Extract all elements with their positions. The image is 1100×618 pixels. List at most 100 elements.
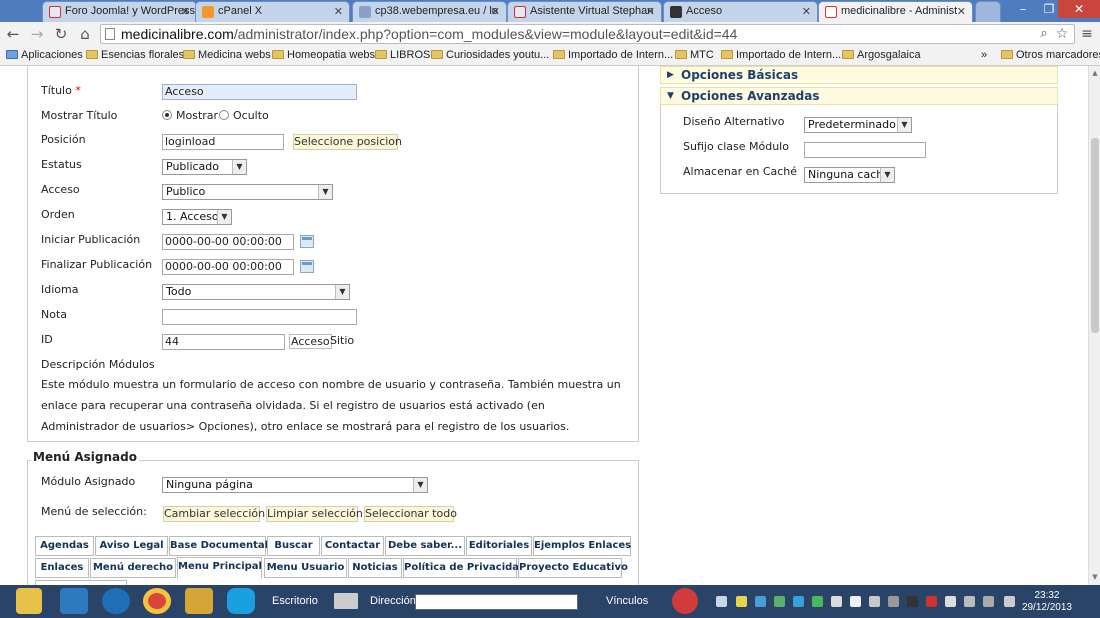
browser-tab-foro[interactable]: Foro Joomla! y WordPress ✕ <box>42 1 197 22</box>
tray-app-icon[interactable] <box>755 596 766 607</box>
seleccionar-todo-button[interactable]: Seleccionar todo <box>364 506 457 522</box>
orden-select[interactable]: 1. Acceso ▼ <box>162 209 232 225</box>
tray-app-icon[interactable] <box>945 596 956 607</box>
menu-tab-proyecto-educativo[interactable]: Proyecto Educativo <box>518 558 628 578</box>
app-icon[interactable] <box>102 588 130 614</box>
skype-icon[interactable] <box>227 588 255 614</box>
signal-icon[interactable] <box>983 596 994 607</box>
close-tab-icon[interactable]: ✕ <box>334 5 343 18</box>
menu-tab-menu-derecho[interactable]: Menú derecho <box>90 558 176 578</box>
close-tab-icon[interactable]: ✕ <box>491 5 500 18</box>
scroll-thumb[interactable] <box>1091 138 1099 333</box>
posicion-input[interactable]: loginload <box>162 134 284 150</box>
oculto-radio[interactable]: Oculto <box>219 109 269 122</box>
bookmark-folder[interactable]: Esencias florales <box>86 49 184 61</box>
back-arrow-icon[interactable]: ← <box>4 25 22 43</box>
browser-tab-medicinalibre[interactable]: medicinalibre - Administ ✕ <box>818 1 973 23</box>
direccion-input[interactable] <box>415 594 578 610</box>
new-tab-button[interactable] <box>975 1 1001 22</box>
bookmark-folder[interactable]: LIBROS <box>375 49 430 61</box>
menu-tab-aviso-legal[interactable]: Aviso Legal <box>95 536 168 556</box>
modulo-asignado-select[interactable]: Ninguna página ▼ <box>162 477 428 493</box>
opciones-avanzadas-toggle[interactable]: ▼ Opciones Avanzadas <box>660 87 1058 105</box>
bookmark-folder[interactable]: Importado de Intern... <box>721 49 841 61</box>
close-tab-icon[interactable]: ✕ <box>646 5 655 18</box>
menu-tab-debe-saber[interactable]: Debe saber... <box>385 536 465 556</box>
menu-tab-enlaces[interactable]: Enlaces <box>35 558 89 578</box>
file-explorer-icon[interactable] <box>16 588 42 614</box>
forward-arrow-icon[interactable]: → <box>28 25 46 43</box>
finalizar-publicacion-input[interactable]: 0000-00-00 00:00:00 <box>162 259 294 275</box>
sufijo-clase-input[interactable] <box>804 142 926 158</box>
menu-tab-politica-privacidad[interactable]: Política de Privacidad <box>403 558 526 578</box>
menu-tab-contactar[interactable]: Contactar <box>321 536 384 556</box>
acceso-select[interactable]: Publico ▼ <box>162 184 333 200</box>
tray-app-icon[interactable] <box>888 596 899 607</box>
bookmark-folder[interactable]: MTC <box>675 49 714 61</box>
limpiar-seleccion-button[interactable]: Limpiar selección <box>266 506 363 522</box>
menu-tab-menu-usuario[interactable]: Menu Usuario <box>264 558 347 578</box>
taskbar-clock[interactable]: 23:32 29/12/2013 <box>1022 590 1072 614</box>
close-window-icon[interactable]: ✕ <box>1058 0 1100 18</box>
bookmark-apps[interactable]: Aplicaciones <box>6 49 83 61</box>
bookmark-folder[interactable]: Importado de Intern... <box>553 49 673 61</box>
iniciar-publicacion-input[interactable]: 0000-00-00 00:00:00 <box>162 234 294 250</box>
tray-app-icon[interactable] <box>926 596 937 607</box>
bookmark-other[interactable]: Otros marcadores <box>1001 49 1100 61</box>
menu-tab-ejemplos-enlaces[interactable]: Ejemplos Enlaces <box>533 536 631 556</box>
idioma-select[interactable]: Todo ▼ <box>162 284 350 300</box>
tray-app-icon[interactable] <box>812 596 823 607</box>
reload-icon[interactable]: ↻ <box>52 25 70 43</box>
chrome-icon[interactable] <box>143 588 171 614</box>
shield-icon[interactable] <box>716 596 727 607</box>
page-scrollbar[interactable]: ▲ ▼ <box>1088 66 1100 585</box>
menu-tab-editoriales[interactable]: Editoriales <box>466 536 532 556</box>
search-icon[interactable]: ⌕ <box>1035 25 1053 43</box>
bookmark-folder[interactable]: Medicina webs <box>183 49 271 61</box>
browser-tab-asistente[interactable]: Asistente Virtual Stephan ✕ <box>507 1 662 22</box>
diseno-alternativo-select[interactable]: Predeterminado ▼ <box>804 117 912 133</box>
joomla-tray-icon[interactable] <box>672 588 698 614</box>
titulo-input[interactable]: Acceso <box>162 84 357 100</box>
browser-tab-phpmyadmin[interactable]: cp38.webempresa.eu / lo ✕ <box>352 1 507 22</box>
close-tab-icon[interactable]: ✕ <box>181 5 190 18</box>
address-input[interactable]: medicinalibre.com/administrator/index.ph… <box>100 24 1075 44</box>
vinculos-toolbar[interactable]: Vínculos <box>606 595 648 607</box>
seleccione-posicion-button[interactable]: Seleccione posicion <box>293 134 402 150</box>
folder-app-icon[interactable] <box>185 588 213 614</box>
close-tab-icon[interactable]: ✕ <box>802 5 811 18</box>
tray-app-icon[interactable] <box>907 596 918 607</box>
scroll-up-icon[interactable]: ▲ <box>1091 69 1099 77</box>
keyboard-icon[interactable] <box>334 593 358 609</box>
tray-app-icon[interactable] <box>831 596 842 607</box>
menu-icon[interactable]: ≡ <box>1078 25 1096 43</box>
opciones-basicas-toggle[interactable]: ▶ Opciones Básicas <box>660 66 1058 84</box>
tray-app-icon[interactable] <box>869 596 880 607</box>
browser-tab-cpanel[interactable]: cPanel X ✕ <box>195 1 350 22</box>
home-icon[interactable]: ⌂ <box>76 25 94 43</box>
network-icon[interactable] <box>964 596 975 607</box>
almacenar-cache-select[interactable]: Ninguna caché ▼ <box>804 167 895 183</box>
more-bookmarks-chevron[interactable]: » <box>981 49 987 61</box>
bookmark-star-icon[interactable]: ☆ <box>1053 25 1071 43</box>
estatus-select[interactable]: Publicado ▼ <box>162 159 247 175</box>
tray-app-icon[interactable] <box>736 596 747 607</box>
bookmark-folder[interactable]: Argosgalaica <box>842 49 921 61</box>
bookmark-folder[interactable]: Homeopatia webs <box>272 49 375 61</box>
mostrar-radio[interactable]: Mostrar <box>162 109 218 122</box>
escritorio-toolbar[interactable]: Escritorio <box>272 595 318 607</box>
tray-app-icon[interactable] <box>793 596 804 607</box>
scroll-down-icon[interactable]: ▼ <box>1091 573 1099 581</box>
tray-app-icon[interactable] <box>774 596 785 607</box>
calendar-icon[interactable] <box>300 235 314 248</box>
menu-tab-base-documental[interactable]: Base Documental <box>169 536 268 556</box>
desktop-app-icon[interactable] <box>60 588 88 614</box>
menu-tab-menu-principal[interactable]: Menu Principal <box>177 557 262 579</box>
browser-tab-acceso[interactable]: Acceso ✕ <box>663 1 818 22</box>
bookmark-folder[interactable]: Curiosidades youtu... <box>431 49 549 61</box>
calendar-icon[interactable] <box>300 260 314 273</box>
menu-tab-buscar[interactable]: Buscar <box>267 536 320 556</box>
close-tab-icon[interactable]: ✕ <box>957 5 966 18</box>
menu-tab-agendas[interactable]: Agendas <box>35 536 94 556</box>
tray-app-icon[interactable] <box>850 596 861 607</box>
